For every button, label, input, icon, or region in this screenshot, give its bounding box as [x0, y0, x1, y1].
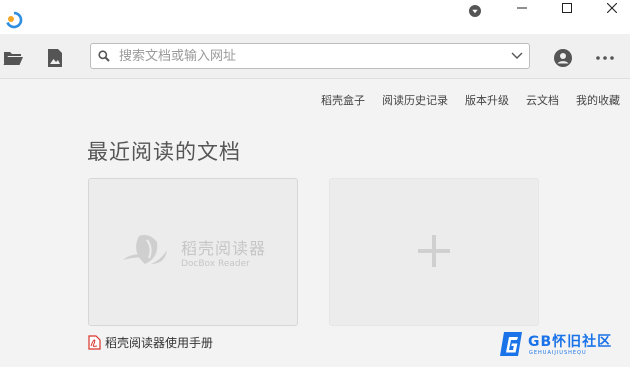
- close-icon: [607, 3, 617, 13]
- link-reading-history[interactable]: 阅读历史记录: [382, 92, 448, 108]
- link-version-upgrade[interactable]: 版本升级: [465, 92, 509, 108]
- plus-icon: [418, 235, 450, 267]
- pdf-file-icon: [88, 335, 101, 350]
- open-folder-icon[interactable]: [3, 48, 23, 68]
- recent-doc-link[interactable]: 稻壳阅读器使用手册: [88, 334, 213, 351]
- link-docer-box[interactable]: 稻壳盒子: [321, 92, 365, 108]
- page-title: 最近阅读的文档: [87, 140, 241, 164]
- watermark-logo-icon: [500, 332, 522, 356]
- minimize-icon: [517, 7, 527, 9]
- link-my-favorites[interactable]: 我的收藏: [576, 92, 620, 108]
- maximize-button[interactable]: [557, 0, 577, 16]
- link-cloud-docs[interactable]: 云文档: [526, 92, 559, 108]
- search-box: [90, 43, 530, 69]
- title-bar: [0, 0, 630, 34]
- user-avatar-icon[interactable]: [553, 48, 573, 68]
- watermark-text: GB怀旧社区: [528, 334, 613, 350]
- docbox-logo-icon: [123, 234, 167, 264]
- watermark-subtext: GEHUAIJIUSHEQU: [529, 350, 587, 356]
- chevron-down-icon[interactable]: [511, 52, 523, 60]
- recent-doc-title: 稻壳阅读器使用手册: [105, 336, 214, 350]
- minimize-button[interactable]: [512, 0, 532, 16]
- more-options-icon[interactable]: [595, 48, 615, 68]
- maximize-icon: [562, 3, 572, 13]
- caret-down-circle-icon: [469, 5, 481, 17]
- watermark-app-name: 稻壳阅读器: [181, 239, 267, 258]
- menu-dropdown-button[interactable]: [465, 3, 485, 19]
- recent-doc-card[interactable]: 稻壳阅读器 DocBox Reader: [88, 178, 298, 326]
- app-logo-icon: [6, 11, 23, 29]
- add-document-card[interactable]: [329, 178, 539, 326]
- search-input[interactable]: [119, 44, 499, 68]
- search-icon: [98, 50, 110, 62]
- quick-links: 稻壳盒子 阅读历史记录 版本升级 云文档 我的收藏: [304, 92, 620, 108]
- site-watermark: GB怀旧社区 GEHUAIJIUSHEQU: [498, 327, 626, 363]
- image-file-icon[interactable]: [45, 48, 65, 68]
- close-button[interactable]: [602, 0, 622, 16]
- watermark-app-subtitle: DocBox Reader: [181, 259, 250, 269]
